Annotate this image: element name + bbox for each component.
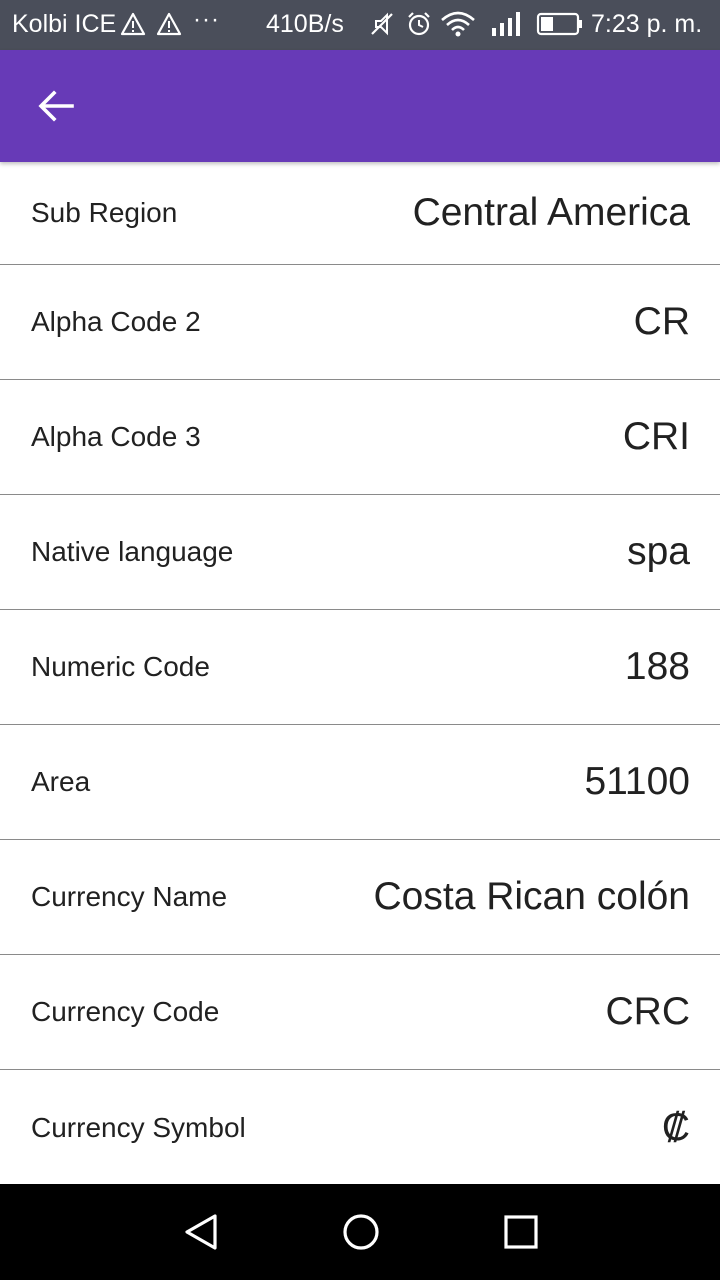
detail-value: CR bbox=[633, 300, 690, 343]
battery-icon bbox=[536, 12, 582, 36]
back-button[interactable] bbox=[24, 82, 88, 130]
detail-row-currency-name: Currency Name Costa Rican colón bbox=[0, 840, 720, 955]
detail-row-sub-region: Sub Region Central America bbox=[0, 162, 720, 265]
clock: 7:23 p. m. bbox=[591, 10, 703, 38]
detail-label: Area bbox=[31, 766, 91, 797]
detail-value: 188 bbox=[624, 645, 690, 688]
arrow-left-icon bbox=[38, 90, 74, 122]
detail-row-alpha-code-2: Alpha Code 2 CR bbox=[0, 265, 720, 380]
detail-label: Currency Code bbox=[31, 996, 220, 1027]
warning-icon bbox=[156, 12, 182, 36]
detail-label: Numeric Code bbox=[31, 651, 210, 682]
detail-label: Alpha Code 3 bbox=[31, 421, 201, 452]
network-speed: 410B/s bbox=[266, 10, 344, 38]
detail-value: CRC bbox=[605, 990, 691, 1033]
detail-value: 51100 bbox=[584, 760, 690, 803]
detail-value: Costa Rican colón bbox=[373, 875, 691, 918]
alarm-icon bbox=[408, 12, 430, 36]
warning-icon bbox=[120, 12, 146, 36]
back-triangle-icon[interactable] bbox=[177, 1208, 225, 1256]
country-details-list: Sub Region Central America Alpha Code 2 … bbox=[0, 162, 720, 1186]
more-notifications-dots: ··· bbox=[193, 6, 220, 33]
status-bar: Kolbi ICE ··· 410B/s 7:23 p. m. bbox=[0, 0, 720, 50]
detail-row-area: Area 51100 bbox=[0, 725, 720, 840]
detail-label: Currency Name bbox=[31, 881, 228, 912]
detail-value: Central America bbox=[412, 191, 690, 234]
detail-value: CRI bbox=[622, 415, 690, 458]
wifi-icon bbox=[441, 11, 475, 37]
detail-label: Sub Region bbox=[31, 197, 178, 228]
detail-value: spa bbox=[627, 530, 690, 573]
detail-label: Alpha Code 2 bbox=[31, 306, 201, 337]
detail-label: Currency Symbol bbox=[31, 1112, 246, 1143]
detail-row-numeric-code: Numeric Code 188 bbox=[0, 610, 720, 725]
system-navigation-bar bbox=[0, 1184, 720, 1280]
detail-row-currency-code: Currency Code CRC bbox=[0, 955, 720, 1070]
detail-row-native-language: Native language spa bbox=[0, 495, 720, 610]
detail-label: Native language bbox=[31, 536, 234, 567]
carrier-name: Kolbi ICE bbox=[12, 10, 117, 38]
detail-row-currency-symbol: Currency Symbol ₡ bbox=[0, 1070, 720, 1186]
app-bar bbox=[0, 50, 720, 162]
mute-icon bbox=[371, 12, 393, 36]
detail-row-alpha-code-3: Alpha Code 3 CRI bbox=[0, 380, 720, 495]
home-circle-icon[interactable] bbox=[337, 1208, 385, 1256]
detail-value: ₡ bbox=[661, 1106, 690, 1149]
signal-icon bbox=[492, 12, 520, 36]
recents-square-icon[interactable] bbox=[497, 1208, 545, 1256]
